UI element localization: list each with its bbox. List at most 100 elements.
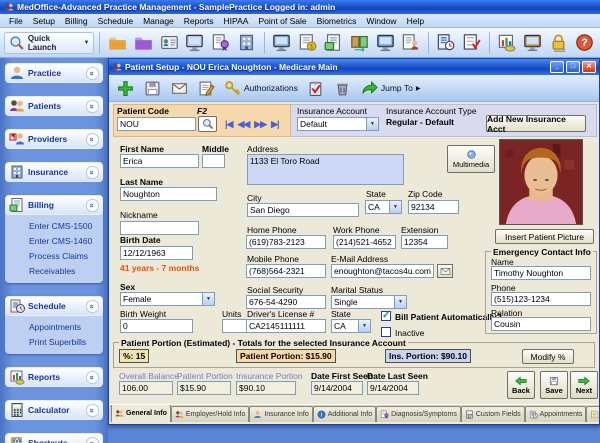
email-input[interactable] — [331, 264, 434, 278]
close-button[interactable]: ✕ — [582, 61, 596, 73]
nickname-input[interactable] — [120, 221, 199, 235]
tab-patient-notes[interactable]: Patient Notes — [586, 406, 599, 422]
modify-percent-button[interactable]: Modify % — [522, 349, 574, 364]
middle-input[interactable] — [202, 154, 225, 168]
multimedia-button[interactable]: Multimedia — [447, 145, 495, 173]
chevron-down-icon[interactable]: » — [86, 437, 99, 443]
sidebar-header-practice[interactable]: Practice » — [5, 63, 103, 83]
menu-hipaa[interactable]: HIPAA — [219, 16, 254, 26]
add-patient-button[interactable] — [113, 77, 137, 100]
insurance-portion-input[interactable] — [236, 381, 296, 395]
minimize-button[interactable]: _ — [550, 61, 564, 73]
audit-report-button[interactable] — [460, 31, 484, 55]
chevron-down-icon[interactable]: » — [86, 166, 99, 179]
tab-general-info[interactable]: General Info — [111, 404, 171, 422]
overall-balance-input[interactable] — [119, 381, 173, 395]
tab-insurance-info[interactable]: Insurance Info — [249, 406, 312, 422]
menu-biometrics[interactable]: Biometrics — [312, 16, 362, 26]
chevron-down-icon[interactable]: » — [86, 371, 99, 384]
date-last-seen-input[interactable] — [367, 381, 419, 395]
marital-status-select[interactable]: Single▼ — [331, 295, 407, 309]
quick-launch-button[interactable]: Quick Launch ▼ — [4, 32, 94, 54]
sidebar-item-receivables[interactable]: Receivables — [29, 264, 103, 279]
tab-employer-hold-info[interactable]: Employer/Hold Info — [171, 406, 250, 422]
payments-exchange-button[interactable] — [347, 31, 371, 55]
menu-billing[interactable]: Billing — [60, 16, 93, 26]
authorizations-button[interactable]: Authorizations — [221, 77, 301, 100]
sidebar-header-calculator[interactable]: Calculator » — [5, 400, 103, 420]
edit-button[interactable] — [194, 77, 218, 100]
emergency-phone-input[interactable] — [491, 292, 591, 306]
inactive-checkbox[interactable] — [381, 327, 391, 337]
state-select[interactable]: CA▼ — [365, 200, 402, 214]
patient-card-button[interactable] — [157, 31, 181, 55]
license-state-select[interactable]: CA▼ — [331, 319, 371, 333]
back-button[interactable]: Back — [507, 371, 535, 399]
address-input[interactable]: 1133 El Toro Road — [247, 154, 404, 185]
nav-first-button[interactable]: |◀ — [225, 119, 232, 130]
save-patient-button[interactable] — [140, 77, 164, 100]
menu-manage[interactable]: Manage — [138, 16, 179, 26]
save-button[interactable]: Save — [540, 371, 568, 399]
menu-point-of-sale[interactable]: Point of Sale — [253, 16, 311, 26]
social-security-input[interactable] — [246, 295, 326, 309]
menu-setup[interactable]: Setup — [28, 16, 60, 26]
tab-custom-fields[interactable]: Custom Fields — [461, 406, 525, 422]
nav-previous-button[interactable]: ◀◀ — [237, 119, 249, 130]
sidebar-item-enter-cms-1500[interactable]: Enter CMS-1500 — [29, 219, 103, 234]
bill-auto-checkbox[interactable] — [381, 311, 391, 321]
mobile-phone-input[interactable] — [246, 264, 326, 278]
help-button[interactable] — [572, 31, 596, 55]
sidebar-item-appointments[interactable]: Appointments — [29, 320, 103, 335]
jump-to-button[interactable]: Jump To ▶ — [358, 77, 424, 100]
chevron-down-icon[interactable]: » — [86, 133, 99, 146]
claims-export-button[interactable] — [270, 31, 294, 55]
tasks-button[interactable] — [304, 77, 328, 100]
birth-weight-input[interactable] — [120, 319, 193, 333]
drivers-license-input[interactable] — [246, 319, 326, 333]
sidebar-item-print-superbills[interactable]: Print Superbills — [29, 335, 103, 350]
home-phone-input[interactable] — [246, 235, 326, 249]
practice-office-button[interactable] — [235, 31, 259, 55]
chevron-up-icon[interactable]: « — [86, 199, 99, 212]
tab-additional-info[interactable]: Additional Info — [313, 406, 376, 422]
patient-report-button[interactable] — [399, 31, 423, 55]
billing-invoice-button[interactable] — [296, 31, 320, 55]
insert-picture-button[interactable]: Insert Patient Picture — [495, 229, 594, 244]
menu-help[interactable]: Help — [402, 16, 429, 26]
chevron-down-icon[interactable]: » — [86, 404, 99, 417]
sidebar-header-reports[interactable]: Reports » — [5, 367, 103, 387]
zip-code-input[interactable] — [408, 200, 459, 214]
sex-select[interactable]: Female▼ — [120, 292, 215, 306]
workstation-button[interactable] — [183, 31, 207, 55]
cpt-codes-button[interactable] — [105, 31, 129, 55]
delete-button[interactable] — [331, 77, 355, 100]
next-button[interactable]: Next — [570, 371, 598, 399]
chevron-down-icon[interactable]: » — [86, 100, 99, 113]
charges-button[interactable] — [321, 31, 345, 55]
security-lock-button[interactable] — [546, 31, 570, 55]
work-phone-input[interactable] — [333, 235, 396, 249]
last-name-input[interactable] — [120, 187, 217, 201]
birth-date-input[interactable] — [120, 246, 193, 260]
sidebar-item-process-claims[interactable]: Process Claims — [29, 249, 103, 264]
sidebar-item-enter-cms-1460[interactable]: Enter CMS-1460 — [29, 234, 103, 249]
charts-button[interactable] — [495, 31, 519, 55]
menu-file[interactable]: File — [4, 16, 28, 26]
chevron-down-icon[interactable]: » — [86, 67, 99, 80]
sidebar-header-shortcuts[interactable]: Shortcuts » — [5, 433, 103, 443]
sidebar-header-insurance[interactable]: Insurance » — [5, 162, 103, 182]
tab-diagnosis-symptoms[interactable]: Diagnosis/Symptoms — [376, 406, 461, 422]
email-send-button[interactable] — [437, 264, 453, 278]
chevron-up-icon[interactable]: « — [86, 300, 99, 313]
sidebar-header-schedule[interactable]: Schedule « — [5, 296, 103, 316]
insurance-account-select[interactable]: Default▼ — [297, 117, 379, 131]
date-first-seen-input[interactable] — [311, 381, 363, 395]
patient-search-button[interactable] — [198, 116, 217, 132]
sidebar-header-providers[interactable]: Providers » — [5, 129, 103, 149]
sidebar-header-billing[interactable]: Billing « — [5, 195, 103, 215]
emergency-relation-input[interactable] — [491, 317, 591, 331]
menu-window[interactable]: Window — [361, 16, 401, 26]
certificates-button[interactable] — [209, 31, 233, 55]
statements-button[interactable] — [373, 31, 397, 55]
